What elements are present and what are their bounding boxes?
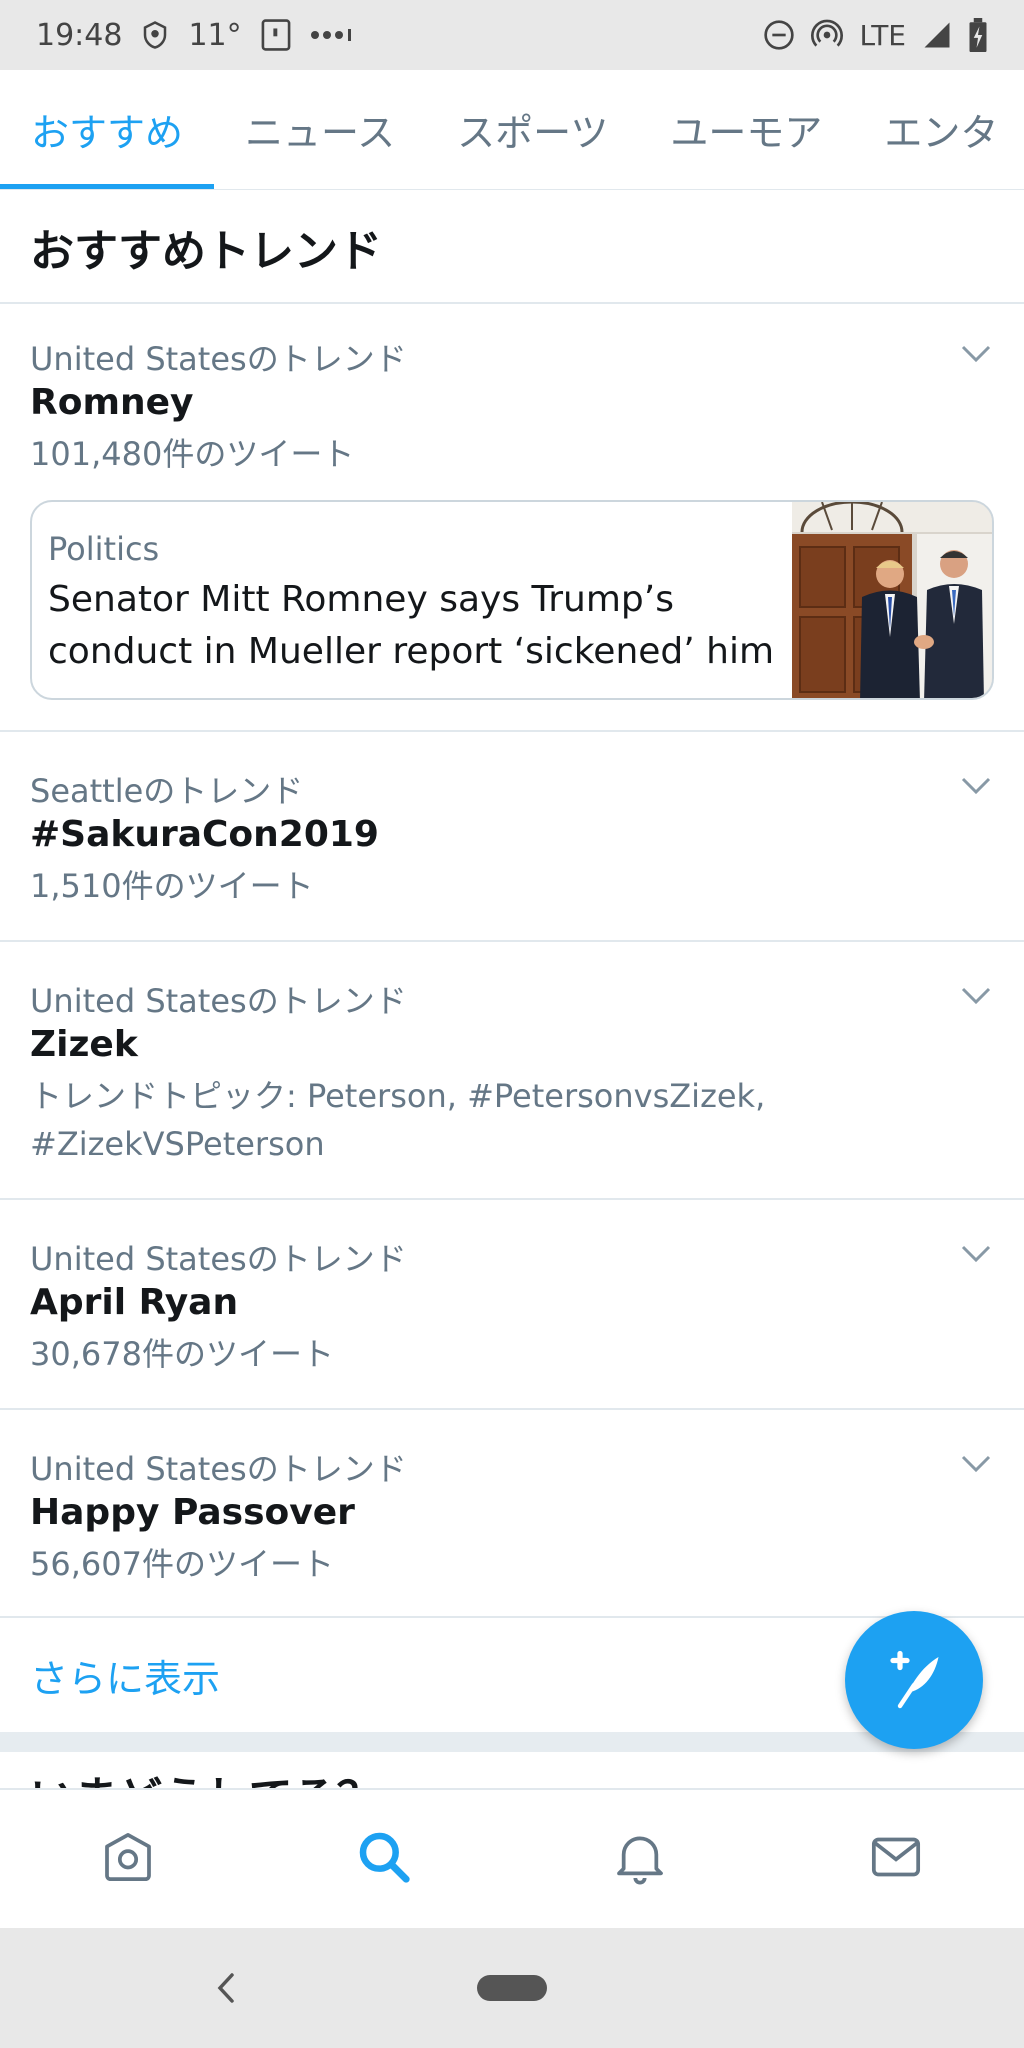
nav-messages[interactable] <box>768 1790 1024 1928</box>
system-nav-bar <box>0 1928 1024 2048</box>
trend-tweet-count: 30,678件のツイート <box>30 1335 334 1373</box>
compose-feather-icon <box>879 1643 949 1717</box>
status-bar: 19:48 11° LTE <box>0 0 1024 70</box>
battery-charging-icon <box>968 18 988 52</box>
chevron-down-icon[interactable] <box>956 334 996 374</box>
news-thumbnail <box>792 502 992 698</box>
show-more-link[interactable]: さらに表示 <box>30 1648 220 1703</box>
chevron-down-icon[interactable] <box>956 766 996 806</box>
trend-item[interactable]: United Statesのトレンド April Ryan 30,678件のツイ… <box>0 1200 1024 1408</box>
chevron-down-icon[interactable] <box>956 1234 996 1274</box>
shield-icon <box>140 20 170 50</box>
home-gesture-pill[interactable] <box>477 1975 547 2001</box>
trend-topics: トレンドトピック: Peterson, #PetersonvsZizek, #Z… <box>30 1077 766 1163</box>
trend-tweet-count: 101,480件のツイート <box>30 435 355 473</box>
nav-notifications[interactable] <box>512 1790 768 1928</box>
news-card[interactable]: Politics Senator Mitt Romney says Trump’… <box>30 500 994 700</box>
trend-name: Romney <box>30 382 194 423</box>
trend-context: United Statesのトレンド <box>30 340 407 378</box>
divider <box>0 1616 1024 1618</box>
trend-name: Zizek <box>30 1024 138 1065</box>
chevron-down-icon[interactable] <box>956 1444 996 1484</box>
trend-name: April Ryan <box>30 1282 239 1323</box>
trend-tweet-count: 56,607件のツイート <box>30 1545 334 1583</box>
status-temperature: 11° <box>188 17 242 53</box>
trend-context: Seattleのトレンド <box>30 772 304 810</box>
signal-icon <box>922 20 952 50</box>
trend-name: Happy Passover <box>30 1492 355 1533</box>
hotspot-icon <box>811 19 844 51</box>
tab-entertainment[interactable]: エンタ <box>853 70 1024 189</box>
trend-context: United Statesのトレンド <box>30 1240 407 1278</box>
trend-item[interactable]: Seattleのトレンド #SakuraCon2019 1,510件のツイート <box>0 732 1024 940</box>
news-headline: Senator Mitt Romney says Trump’s conduct… <box>48 579 775 672</box>
compose-tweet-button[interactable] <box>845 1611 983 1749</box>
trend-context: United Statesのトレンド <box>30 982 407 1020</box>
trend-name: #SakuraCon2019 <box>30 814 379 855</box>
section-separator <box>0 1732 1024 1752</box>
search-icon <box>356 1829 412 1889</box>
next-section-title: いまどうしてる？ <box>30 1762 530 1788</box>
tab-news[interactable]: ニュース <box>214 70 426 189</box>
network-type: LTE <box>859 18 906 52</box>
back-button[interactable] <box>205 1966 245 2010</box>
screen-icon <box>260 18 292 52</box>
envelope-icon <box>868 1829 924 1889</box>
trend-item[interactable]: United Statesのトレンド Zizek トレンドトピック: Peter… <box>0 942 1024 1198</box>
tab-recommended[interactable]: おすすめ <box>0 70 215 189</box>
home-icon <box>100 1829 156 1889</box>
trend-tweet-count: 1,510件のツイート <box>30 867 314 905</box>
trend-context: United Statesのトレンド <box>30 1450 407 1488</box>
trend-item[interactable]: United Statesのトレンド Happy Passover 56,607… <box>0 1410 1024 1616</box>
do-not-disturb-icon <box>763 19 795 51</box>
tab-sports[interactable]: スポーツ <box>426 70 639 189</box>
bottom-nav <box>0 1788 1024 1928</box>
nav-home[interactable] <box>0 1790 256 1928</box>
news-category: Politics <box>48 530 160 568</box>
status-time: 19:48 <box>36 17 123 53</box>
category-tabs: おすすめ ニュース スポーツ ユーモア エンタ <box>0 70 1024 190</box>
nav-search[interactable] <box>256 1790 512 1928</box>
bell-icon <box>612 1829 668 1889</box>
chevron-down-icon[interactable] <box>956 976 996 1016</box>
tab-humor[interactable]: ユーモア <box>639 70 853 189</box>
more-dots-icon <box>310 28 352 42</box>
section-title: おすすめトレンド <box>30 226 382 277</box>
